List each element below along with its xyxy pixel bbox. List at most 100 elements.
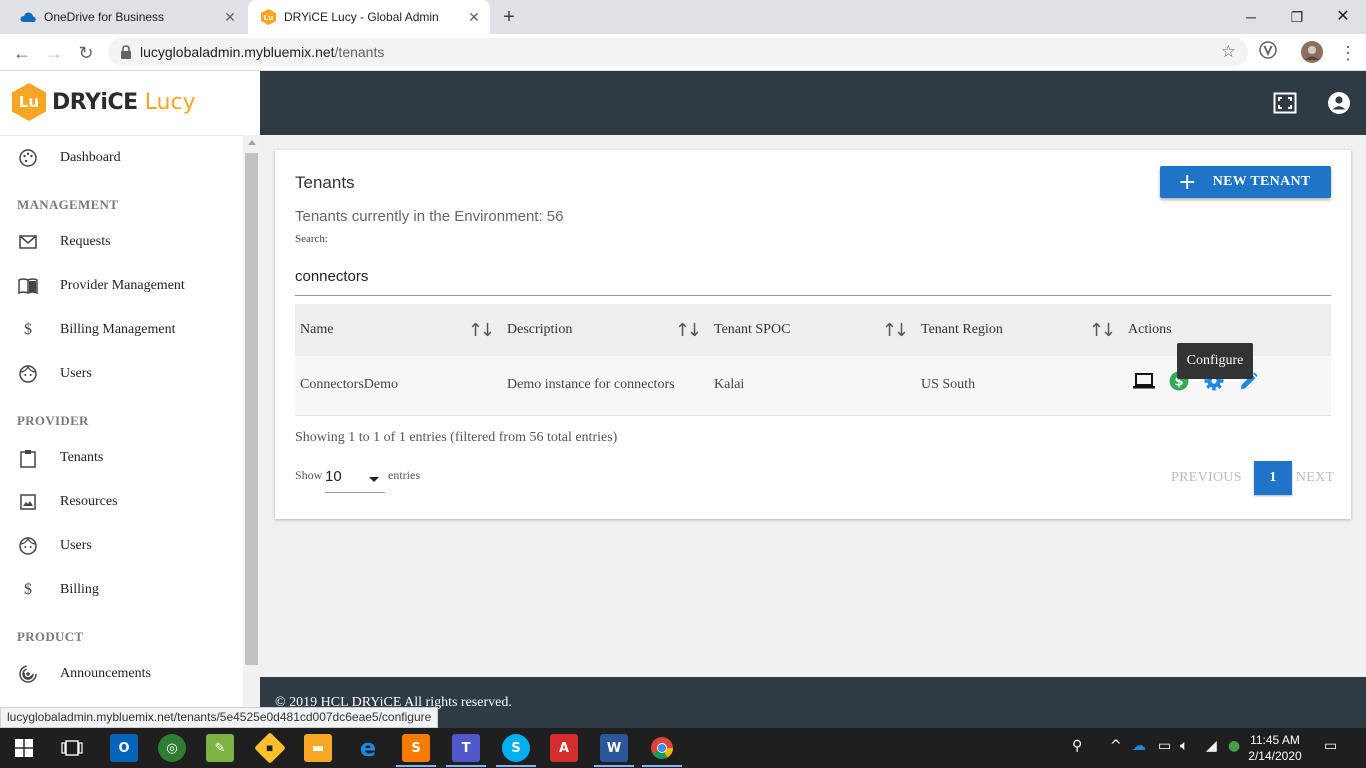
cell-region: US South (921, 377, 976, 393)
previous-page-button[interactable]: PREVIOUS (1171, 470, 1242, 486)
logo-mark: Lu (12, 83, 46, 121)
sidebar-item-requests[interactable]: Requests (0, 220, 243, 264)
teams-icon[interactable]: T (452, 734, 480, 762)
table-info-text: Showing 1 to 1 of 1 entries (filtered fr… (295, 430, 618, 445)
tray-chevron-up-icon[interactable]: ^ (1110, 738, 1122, 754)
page-length-select[interactable]: 10 (325, 468, 385, 493)
forward-arrow-icon[interactable]: → (42, 41, 66, 65)
onedrive-tray-icon[interactable]: ☁ (1132, 738, 1146, 754)
sublime-icon[interactable]: S (402, 734, 430, 762)
new-tab-button[interactable]: + (498, 6, 520, 28)
close-icon[interactable]: ✕ (220, 9, 240, 26)
cell-spoc: Kalai (714, 377, 745, 393)
windows-taskbar: O ◎ ✎ ◆ ▬ e S T S A W ⚲ ^ ☁ ▭ 🔈︎ ◢ ● 11:… (0, 728, 1366, 768)
lock-icon (120, 45, 132, 59)
pagination: PREVIOUS 1 NEXT (1171, 461, 1334, 495)
tab-lucy[interactable]: Lu DRYiCE Lucy - Global Admin ✕ (248, 0, 490, 34)
column-header-tenant-spoc[interactable]: Tenant SPOC ↑↓ (709, 304, 916, 356)
tab-title: OneDrive for Business (44, 10, 165, 24)
scroll-up-arrow-icon[interactable] (248, 140, 256, 145)
clipboard-icon (18, 448, 38, 468)
address-bar[interactable]: lucyglobaladmin.mybluemix.net/tenants ☆ (108, 38, 1248, 66)
acrobat-icon[interactable]: A (550, 734, 578, 762)
volume-icon[interactable]: 🔈︎ (1180, 738, 1188, 754)
people-icon[interactable]: ⚲ (1072, 738, 1082, 754)
column-label: Tenant Region (921, 322, 1003, 337)
clock-date: 2/14/2020 (1248, 749, 1302, 763)
lucy-favicon: Lu (260, 9, 276, 25)
sidebar-item-label: Users (60, 366, 92, 381)
sidebar-item-tenants[interactable]: Tenants (0, 436, 243, 480)
page-length-value: 10 (325, 468, 342, 485)
profile-avatar[interactable] (1300, 41, 1324, 65)
column-header-tenant-region[interactable]: Tenant Region ↑↓ (916, 304, 1123, 356)
file-explorer-icon[interactable]: ▬ (304, 734, 332, 762)
sort-icon[interactable]: ↑↓ (675, 320, 702, 341)
column-label: Name (300, 322, 334, 337)
new-tenant-label: NEW TENANT (1212, 174, 1311, 189)
close-icon[interactable]: ✕ (464, 9, 484, 26)
bookmark-star-icon[interactable]: ☆ (1221, 42, 1236, 62)
sidebar-item-resources[interactable]: Resources (0, 480, 243, 524)
windows-start-icon[interactable] (10, 734, 38, 762)
task-view-icon[interactable] (58, 734, 86, 762)
dryice-lucy-logo[interactable]: Lu DRYiCE Lucy (12, 81, 196, 123)
sort-icon[interactable]: ↑↓ (1089, 320, 1116, 341)
globe-app-icon[interactable]: ◎ (158, 734, 186, 762)
sidebar-item-label: Dashboard (60, 150, 121, 165)
menu-dots-icon[interactable]: ⋮ (1336, 41, 1360, 65)
status-bar-url: lucyglobaladmin.mybluemix.net/tenants/5e… (0, 707, 439, 728)
sidebar-nav: Dashboard MANAGEMENT Requests Provider M… (0, 135, 243, 728)
taskbar-clock[interactable]: 11:45 AM 2/14/2020 (1240, 732, 1310, 764)
battery-icon[interactable]: ▭ (1158, 738, 1171, 754)
skype-icon[interactable]: S (502, 734, 530, 762)
tenant-count-text: Tenants currently in the Environment: 56 (295, 208, 564, 225)
rss-icon (18, 664, 38, 684)
account-circle-icon[interactable] (1328, 92, 1350, 119)
sort-icon[interactable]: ↑↓ (882, 320, 909, 341)
maximize-icon[interactable]: ❐ (1274, 4, 1320, 30)
new-tenant-button[interactable]: + NEW TENANT (1160, 166, 1331, 198)
section-provider: PROVIDER (17, 413, 89, 428)
sidebar-item-billing-management[interactable]: $ Billing Management (0, 308, 243, 352)
minimize-icon[interactable]: ─ (1228, 4, 1274, 30)
status-dot-icon[interactable]: ● (1228, 738, 1240, 754)
sidebar-scrollbar[interactable] (243, 135, 260, 728)
extension-v-icon[interactable] (1256, 41, 1280, 65)
sidebar-item-provider-management[interactable]: Provider Management (0, 264, 243, 308)
sidebar-item-label: Billing (60, 582, 99, 597)
sidebar-item-label: Users (60, 538, 92, 553)
laptop-icon[interactable] (1133, 370, 1155, 392)
window-close-icon[interactable]: ✕ (1320, 4, 1366, 30)
scrollbar-thumb[interactable] (245, 153, 258, 665)
url-host: lucyglobaladmin.mybluemix.net (140, 44, 335, 60)
sidebar-item-label: Requests (60, 234, 111, 249)
edge-icon[interactable]: e (354, 734, 382, 762)
sidebar-item-users[interactable]: Users (0, 352, 243, 396)
sidebar-item-provider-users[interactable]: Users (0, 524, 243, 568)
sidebar-item-announcements[interactable]: Announcements (0, 652, 243, 696)
column-header-description[interactable]: Description ↑↓ (502, 304, 709, 356)
search-label: Search: (295, 233, 328, 245)
sidebar-item-billing[interactable]: $ Billing (0, 568, 243, 612)
notepad-app-icon[interactable]: ✎ (206, 734, 234, 762)
column-label: Description (507, 322, 573, 337)
next-page-button[interactable]: NEXT (1296, 470, 1335, 486)
git-app-icon[interactable]: ◆ (254, 732, 286, 764)
sidebar-item-label: Announcements (60, 666, 151, 681)
chrome-icon[interactable] (648, 734, 676, 762)
tab-onedrive[interactable]: OneDrive for Business ✕ (8, 0, 246, 34)
sort-icon[interactable]: ↑↓ (468, 320, 495, 341)
sidebar-item-dashboard[interactable]: Dashboard (0, 136, 243, 180)
fullscreen-icon[interactable] (1273, 92, 1297, 119)
wifi-icon[interactable]: ◢ (1206, 738, 1217, 754)
reload-icon[interactable]: ↻ (74, 41, 98, 65)
page-1-button[interactable]: 1 (1253, 461, 1292, 495)
tenants-card: Tenants + NEW TENANT Tenants currently i… (275, 150, 1351, 519)
outlook-icon[interactable]: O (110, 734, 138, 762)
search-input[interactable] (295, 258, 1331, 296)
back-arrow-icon[interactable]: ← (10, 41, 34, 65)
notification-icon[interactable]: ▭ (1324, 738, 1337, 754)
word-icon[interactable]: W (600, 734, 628, 762)
column-header-name[interactable]: Name ↑↓ (295, 304, 502, 356)
